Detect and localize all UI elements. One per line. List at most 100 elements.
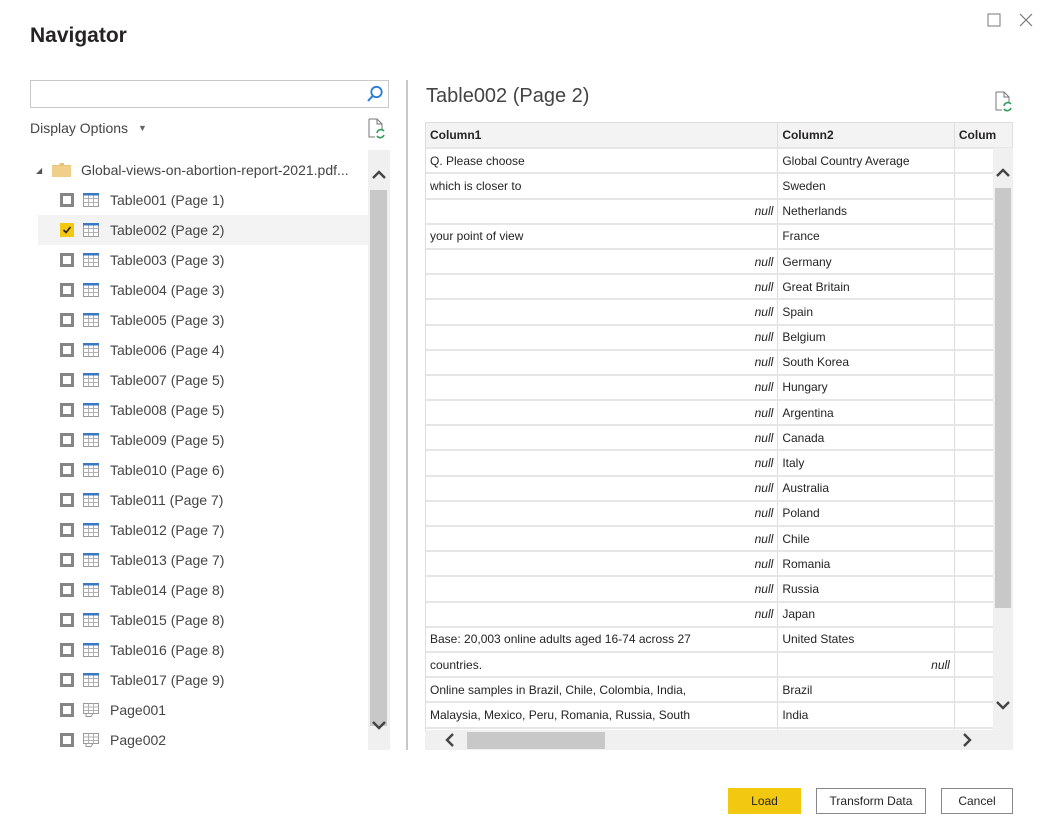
table-cell: null bbox=[426, 400, 779, 427]
tree-item[interactable]: Page002 bbox=[38, 725, 368, 750]
tree-item[interactable]: Table003 (Page 3) bbox=[38, 245, 368, 275]
table-cell: Q. Please choose bbox=[426, 148, 779, 175]
scrollbar-thumb[interactable] bbox=[370, 190, 387, 726]
table-cell: Global Country Average bbox=[777, 148, 955, 175]
tree-item[interactable]: Table008 (Page 5) bbox=[38, 395, 368, 425]
checkbox[interactable] bbox=[60, 703, 74, 717]
table-cell: Italy bbox=[777, 450, 955, 477]
table-cell: France bbox=[777, 223, 955, 250]
table-row: null Great Britain bbox=[426, 274, 1013, 301]
tree-item[interactable]: Table001 (Page 1) bbox=[38, 185, 368, 215]
table-row: null Hungary bbox=[426, 374, 1013, 402]
tree-item-label: Table005 (Page 3) bbox=[110, 312, 225, 328]
checkbox[interactable] bbox=[60, 463, 74, 477]
checkbox[interactable] bbox=[60, 403, 74, 417]
maximize-button[interactable] bbox=[984, 10, 1004, 30]
checkbox[interactable] bbox=[60, 373, 74, 387]
load-button[interactable]: Load bbox=[728, 788, 801, 814]
checkbox[interactable] bbox=[60, 433, 74, 447]
search-box[interactable] bbox=[30, 80, 389, 108]
checkbox[interactable] bbox=[60, 253, 74, 267]
search-input[interactable] bbox=[31, 81, 361, 107]
tree-item[interactable]: Table016 (Page 8) bbox=[38, 635, 368, 665]
search-icon[interactable] bbox=[366, 85, 384, 103]
table-cell: Great Britain bbox=[777, 274, 955, 301]
checkbox[interactable] bbox=[60, 553, 74, 567]
tree-item[interactable]: Table007 (Page 5) bbox=[38, 365, 368, 395]
tree-item[interactable]: Table006 (Page 4) bbox=[38, 335, 368, 365]
folder-icon bbox=[52, 163, 71, 177]
scrollbar-thumb[interactable] bbox=[995, 188, 1011, 608]
table-row: Q. Please choose Global Country Average bbox=[426, 148, 1013, 175]
scroll-up-button[interactable] bbox=[368, 160, 390, 190]
scroll-right-button[interactable] bbox=[952, 730, 982, 750]
tree-item[interactable]: Table017 (Page 9) bbox=[38, 665, 368, 695]
tree-item[interactable]: Table010 (Page 6) bbox=[38, 455, 368, 485]
tree-item[interactable]: Table002 (Page 2) bbox=[38, 215, 368, 245]
tree-item-label: Table008 (Page 5) bbox=[110, 402, 225, 418]
table-cell: Sweden bbox=[777, 173, 955, 200]
table-icon bbox=[83, 493, 99, 507]
table-cell: null bbox=[426, 551, 779, 578]
column-header[interactable]: Colum bbox=[954, 123, 1013, 150]
table-cell: Russia bbox=[777, 576, 955, 603]
tree-root-file[interactable]: ◢ Global-views-on-abortion-report-2021.p… bbox=[30, 155, 368, 185]
table-row: null Argentina bbox=[426, 400, 1013, 427]
refresh-icon[interactable] bbox=[993, 90, 1013, 112]
table-icon bbox=[83, 313, 99, 327]
tree-item[interactable]: Table015 (Page 8) bbox=[38, 605, 368, 635]
refresh-icon[interactable] bbox=[366, 117, 386, 139]
scroll-left-button[interactable] bbox=[435, 730, 465, 750]
tree-item[interactable]: Page001 bbox=[38, 695, 368, 725]
tree-item[interactable]: Table014 (Page 8) bbox=[38, 575, 368, 605]
tree-item[interactable]: Table012 (Page 7) bbox=[38, 515, 368, 545]
tree-item[interactable]: Table009 (Page 5) bbox=[38, 425, 368, 455]
checkbox[interactable] bbox=[60, 193, 74, 207]
table-icon bbox=[83, 403, 99, 417]
checkbox[interactable] bbox=[60, 313, 74, 327]
checkbox[interactable] bbox=[60, 673, 74, 687]
column-header[interactable]: Column2 bbox=[777, 123, 955, 150]
checkbox[interactable] bbox=[60, 283, 74, 297]
transform-data-button[interactable]: Transform Data bbox=[816, 788, 926, 814]
checkbox[interactable] bbox=[60, 583, 74, 597]
table-row: Base: 20,003 online adults aged 16-74 ac… bbox=[426, 626, 1013, 653]
scroll-down-button[interactable] bbox=[368, 710, 390, 740]
checkbox[interactable] bbox=[60, 493, 74, 507]
chevron-up-icon bbox=[372, 170, 386, 179]
table-icon bbox=[83, 583, 99, 597]
table-cell: countries. bbox=[426, 651, 779, 679]
table-icon bbox=[83, 673, 99, 687]
checkbox[interactable] bbox=[60, 733, 74, 747]
display-options-dropdown[interactable]: Display Options ▼ bbox=[30, 120, 147, 136]
table-row: Malaysia, Mexico, Peru, Romania, Russia,… bbox=[426, 702, 1013, 729]
column-header[interactable]: Column1 bbox=[426, 123, 779, 150]
checkbox[interactable] bbox=[60, 343, 74, 357]
tree-item[interactable]: Table004 (Page 3) bbox=[38, 275, 368, 305]
panel-divider[interactable] bbox=[406, 80, 408, 750]
tree-item-label: Table016 (Page 8) bbox=[110, 642, 225, 658]
tree-item[interactable]: Table013 (Page 7) bbox=[38, 545, 368, 575]
checkbox[interactable] bbox=[60, 643, 74, 657]
scroll-down-button[interactable] bbox=[993, 690, 1013, 720]
expand-triangle-icon[interactable]: ◢ bbox=[36, 166, 46, 175]
preview-horizontal-scrollbar[interactable] bbox=[425, 730, 1013, 750]
chevron-right-icon bbox=[963, 733, 972, 747]
table-icon bbox=[83, 283, 99, 297]
scroll-up-button[interactable] bbox=[993, 158, 1013, 188]
checkbox[interactable] bbox=[60, 613, 74, 627]
table-icon bbox=[83, 433, 99, 447]
scrollbar-thumb[interactable] bbox=[467, 732, 605, 749]
checkbox[interactable] bbox=[60, 223, 74, 237]
cancel-button[interactable]: Cancel bbox=[941, 788, 1013, 814]
tree-item[interactable]: Table011 (Page 7) bbox=[38, 485, 368, 515]
tree-item-label: Table006 (Page 4) bbox=[110, 342, 225, 358]
close-button[interactable] bbox=[1016, 10, 1036, 30]
table-cell: null bbox=[426, 349, 779, 376]
tree-scrollbar[interactable] bbox=[368, 150, 390, 750]
tree-item[interactable]: Table005 (Page 3) bbox=[38, 305, 368, 335]
checkbox[interactable] bbox=[60, 523, 74, 537]
preview-vertical-scrollbar[interactable] bbox=[993, 148, 1013, 730]
table-icon bbox=[83, 643, 99, 657]
table-row: null Romania bbox=[426, 551, 1013, 578]
